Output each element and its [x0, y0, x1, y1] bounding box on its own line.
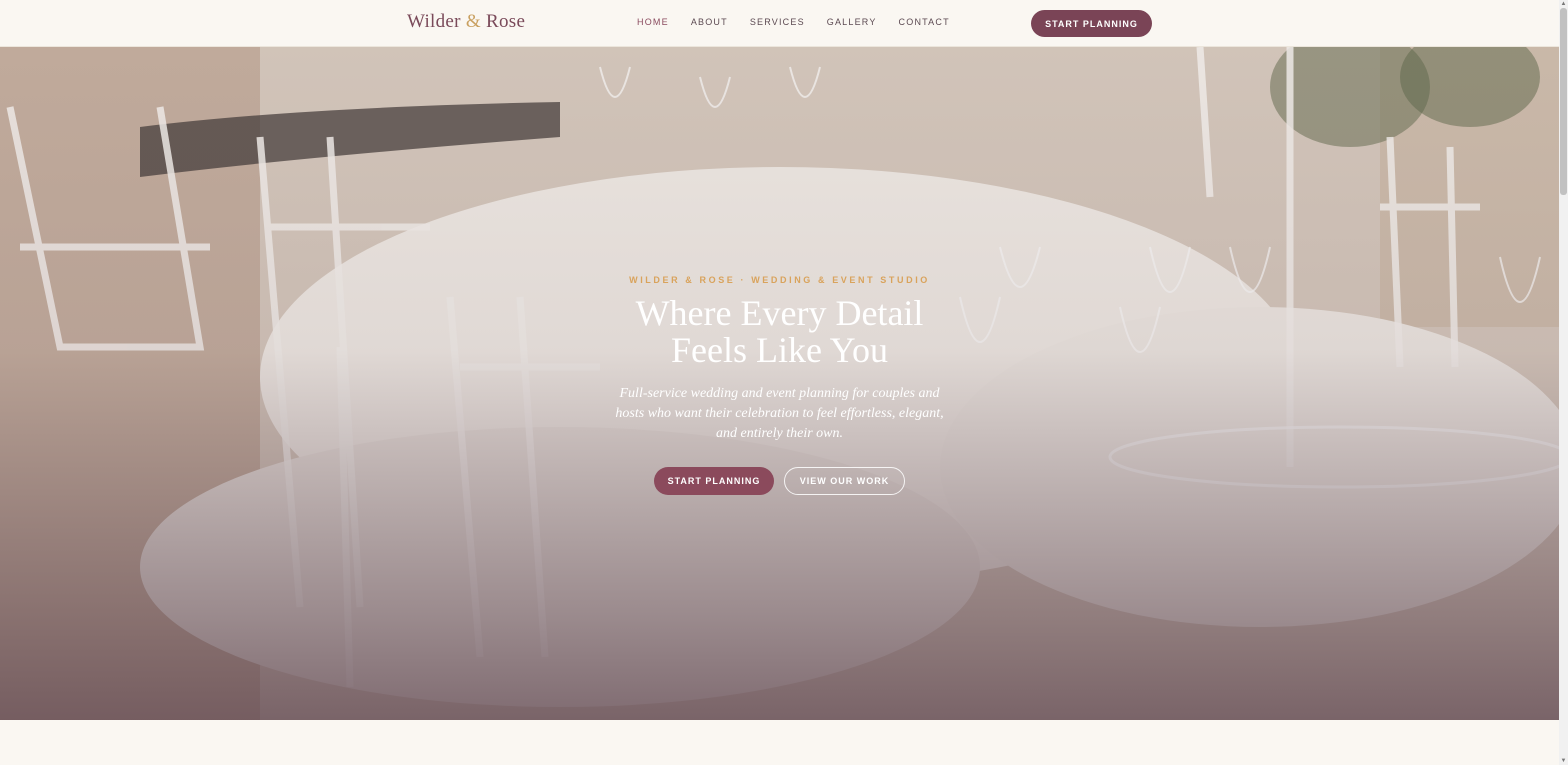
- logo-word-wilder: Wilder: [407, 11, 461, 32]
- scrollbar-thumb[interactable]: [1560, 8, 1567, 195]
- next-section: [0, 720, 1559, 765]
- site-header: Wilder & Rose HOME ABOUT SERVICES GALLER…: [0, 0, 1559, 47]
- site-logo[interactable]: Wilder & Rose: [407, 11, 525, 33]
- hero-section: WILDER & ROSE · WEDDING & EVENT STUDIO W…: [0, 47, 1559, 720]
- nav-about[interactable]: ABOUT: [691, 17, 728, 27]
- nav-home[interactable]: HOME: [637, 17, 669, 27]
- main-nav: HOME ABOUT SERVICES GALLERY CONTACT: [637, 17, 972, 27]
- hero-headline-line-1: Where Every Detail: [635, 293, 924, 333]
- hero-view-our-work-button[interactable]: VIEW OUR WORK: [784, 467, 905, 495]
- hero-start-planning-button[interactable]: START PLANNING: [654, 467, 774, 495]
- nav-gallery[interactable]: GALLERY: [827, 17, 877, 27]
- scroll-down-arrow-icon[interactable]: ▼: [1559, 757, 1568, 765]
- nav-services[interactable]: SERVICES: [750, 17, 805, 27]
- hero-headline-line-2: Feels Like You: [670, 330, 889, 370]
- nav-contact[interactable]: CONTACT: [899, 17, 950, 27]
- logo-ampersand: &: [465, 11, 481, 32]
- page-scrollbar[interactable]: ▲ ▼: [1559, 0, 1568, 765]
- hero-eyebrow: WILDER & ROSE · WEDDING & EVENT STUDIO: [629, 275, 930, 285]
- header-start-planning-button[interactable]: START PLANNING: [1031, 10, 1152, 37]
- hero-subtext: Full-service wedding and event planning …: [615, 386, 944, 441]
- logo-word-rose: Rose: [486, 11, 526, 32]
- scroll-up-arrow-icon[interactable]: ▲: [1559, 0, 1568, 8]
- hero-headline: Where Every Detail Feels Like You: [0, 295, 1559, 369]
